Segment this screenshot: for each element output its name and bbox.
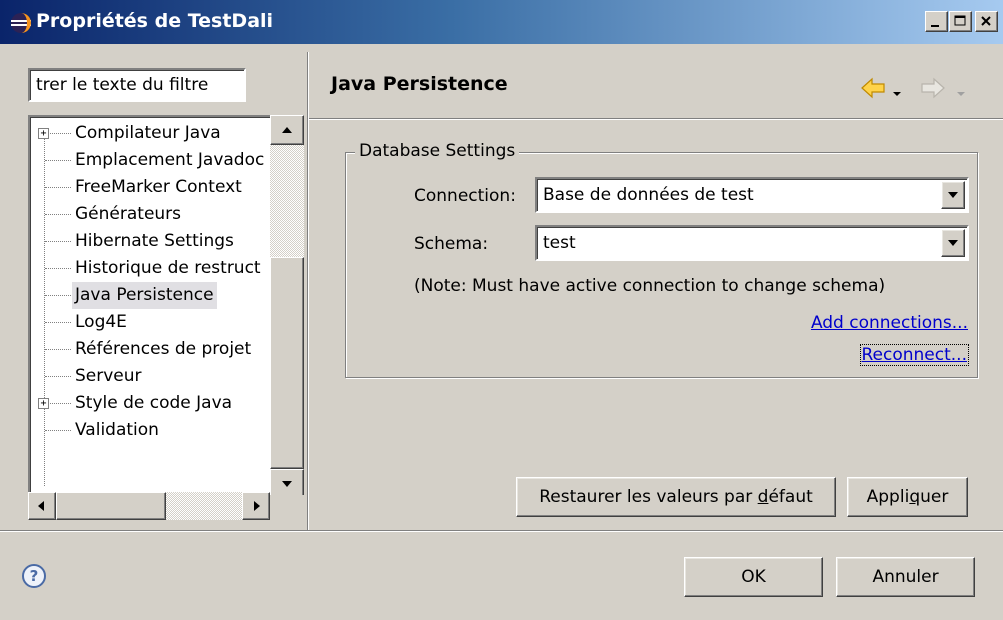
expand-plus-icon[interactable]: + <box>38 398 49 409</box>
restore-defaults-label: Restaurer les valeurs par défaut <box>539 487 813 507</box>
add-connections-link[interactable]: Add connections... <box>811 313 968 333</box>
footer-divider <box>0 530 1003 532</box>
triangle-down-icon <box>948 192 958 198</box>
forward-history-dropdown[interactable] <box>955 84 967 104</box>
tree-item-label: Java Persistence <box>72 282 217 309</box>
apply-label-post: uer <box>920 487 949 507</box>
tree-item-label: Validation <box>75 420 159 440</box>
restore-defaults-button[interactable]: Restaurer les valeurs par défaut <box>516 477 836 517</box>
minimize-icon <box>931 25 939 27</box>
back-history-dropdown[interactable] <box>891 84 903 104</box>
horizontal-scroll-thumb[interactable] <box>56 492 166 520</box>
maximize-button[interactable] <box>949 11 972 32</box>
restore-label-mnemonic: d <box>757 487 769 507</box>
tree-item[interactable]: Références de projet <box>30 336 290 363</box>
triangle-up-icon <box>282 127 292 133</box>
triangle-down-icon <box>282 481 292 487</box>
tree-item-label: Générateurs <box>75 204 182 224</box>
apply-label: Appliquer <box>867 487 949 507</box>
back-button[interactable] <box>860 76 888 105</box>
reconnect-link[interactable]: Reconnect... <box>859 344 969 366</box>
page-title: Java Persistence <box>331 73 508 95</box>
tree-item[interactable]: Validation <box>30 417 290 444</box>
schema-dropdown-button[interactable] <box>941 229 965 257</box>
triangle-down-icon <box>948 240 958 246</box>
tree-item[interactable]: Serveur <box>30 363 290 390</box>
close-button[interactable] <box>975 11 998 32</box>
restore-label-pre: Restaurer les valeurs par <box>539 487 758 507</box>
eclipse-logo-icon <box>11 13 31 33</box>
tree-vertical-scrollbar[interactable] <box>270 115 304 499</box>
schema-combo[interactable]: test <box>535 225 969 261</box>
tree-item[interactable]: Log4E <box>30 309 290 336</box>
schema-value: test <box>543 233 576 253</box>
tree-item-label: FreeMarker Context <box>75 177 242 197</box>
maximize-icon <box>954 15 966 26</box>
tree-item[interactable]: Hibernate Settings <box>30 228 290 255</box>
schema-note: (Note: Must have active connection to ch… <box>414 276 886 296</box>
back-arrow-icon <box>861 77 885 99</box>
window-title: Propriétés de TestDali <box>36 10 274 32</box>
minimize-button[interactable] <box>925 11 948 32</box>
tree-item-label: Historique de restruct <box>75 258 261 278</box>
tree-item[interactable]: Générateurs <box>30 201 290 228</box>
database-settings-legend: Database Settings <box>355 141 520 161</box>
tree-item-label: Références de projet <box>75 339 252 359</box>
triangle-left-icon <box>38 501 44 511</box>
scroll-corner <box>270 495 304 520</box>
tree-item-label: Log4E <box>75 312 127 332</box>
tree-item-label: Hibernate Settings <box>75 231 234 251</box>
tree-item[interactable]: + Compilateur Java <box>30 120 290 147</box>
tree-item-label: Style de code Java <box>75 393 233 413</box>
expand-plus-icon[interactable]: + <box>38 128 49 139</box>
scroll-right-button[interactable] <box>242 492 270 520</box>
help-icon[interactable]: ? <box>22 564 46 588</box>
restore-label-post: éfaut <box>768 487 813 507</box>
apply-label-pre: Appli <box>866 487 910 507</box>
apply-label-mnemonic: q <box>909 487 921 507</box>
header-divider <box>309 118 1003 120</box>
tree-item-label: Emplacement Javadoc <box>75 150 265 170</box>
scroll-thumb[interactable] <box>270 257 304 469</box>
scroll-up-button[interactable] <box>270 115 304 145</box>
cancel-button[interactable]: Annuler <box>836 557 975 597</box>
filter-input[interactable]: trer le texte du filtre <box>28 68 246 102</box>
tree-horizontal-scrollbar[interactable] <box>28 492 270 520</box>
forward-button[interactable] <box>920 76 946 105</box>
tree-item[interactable]: FreeMarker Context <box>30 174 290 201</box>
connection-label: Connection: <box>414 186 516 206</box>
ok-button[interactable]: OK <box>684 557 823 597</box>
forward-arrow-icon <box>921 77 945 99</box>
preferences-tree: + Compilateur Java Emplacement Javadoc Free… <box>28 115 304 520</box>
scroll-left-button[interactable] <box>28 492 56 520</box>
chevron-down-icon <box>957 92 965 96</box>
tree-item[interactable]: Emplacement Javadoc <box>30 147 290 174</box>
connection-dropdown-button[interactable] <box>941 181 965 209</box>
tree-item[interactable]: + Style de code Java <box>30 390 290 417</box>
schema-label: Schema: <box>414 234 489 254</box>
close-icon <box>981 16 991 26</box>
title-bar[interactable]: Propriétés de TestDali <box>0 0 1003 44</box>
chevron-down-icon <box>893 92 901 96</box>
tree-item-label: Serveur <box>75 366 142 386</box>
triangle-right-icon <box>254 501 260 511</box>
apply-button[interactable]: Appliquer <box>847 477 968 517</box>
connection-combo[interactable]: Base de données de test <box>535 177 969 213</box>
tree-item[interactable]: Historique de restruct <box>30 255 290 282</box>
connection-value: Base de données de test <box>543 185 754 205</box>
tree-item[interactable]: Java Persistence <box>30 282 290 309</box>
pane-separator[interactable] <box>307 52 309 530</box>
tree-item-label: Compilateur Java <box>75 123 221 143</box>
